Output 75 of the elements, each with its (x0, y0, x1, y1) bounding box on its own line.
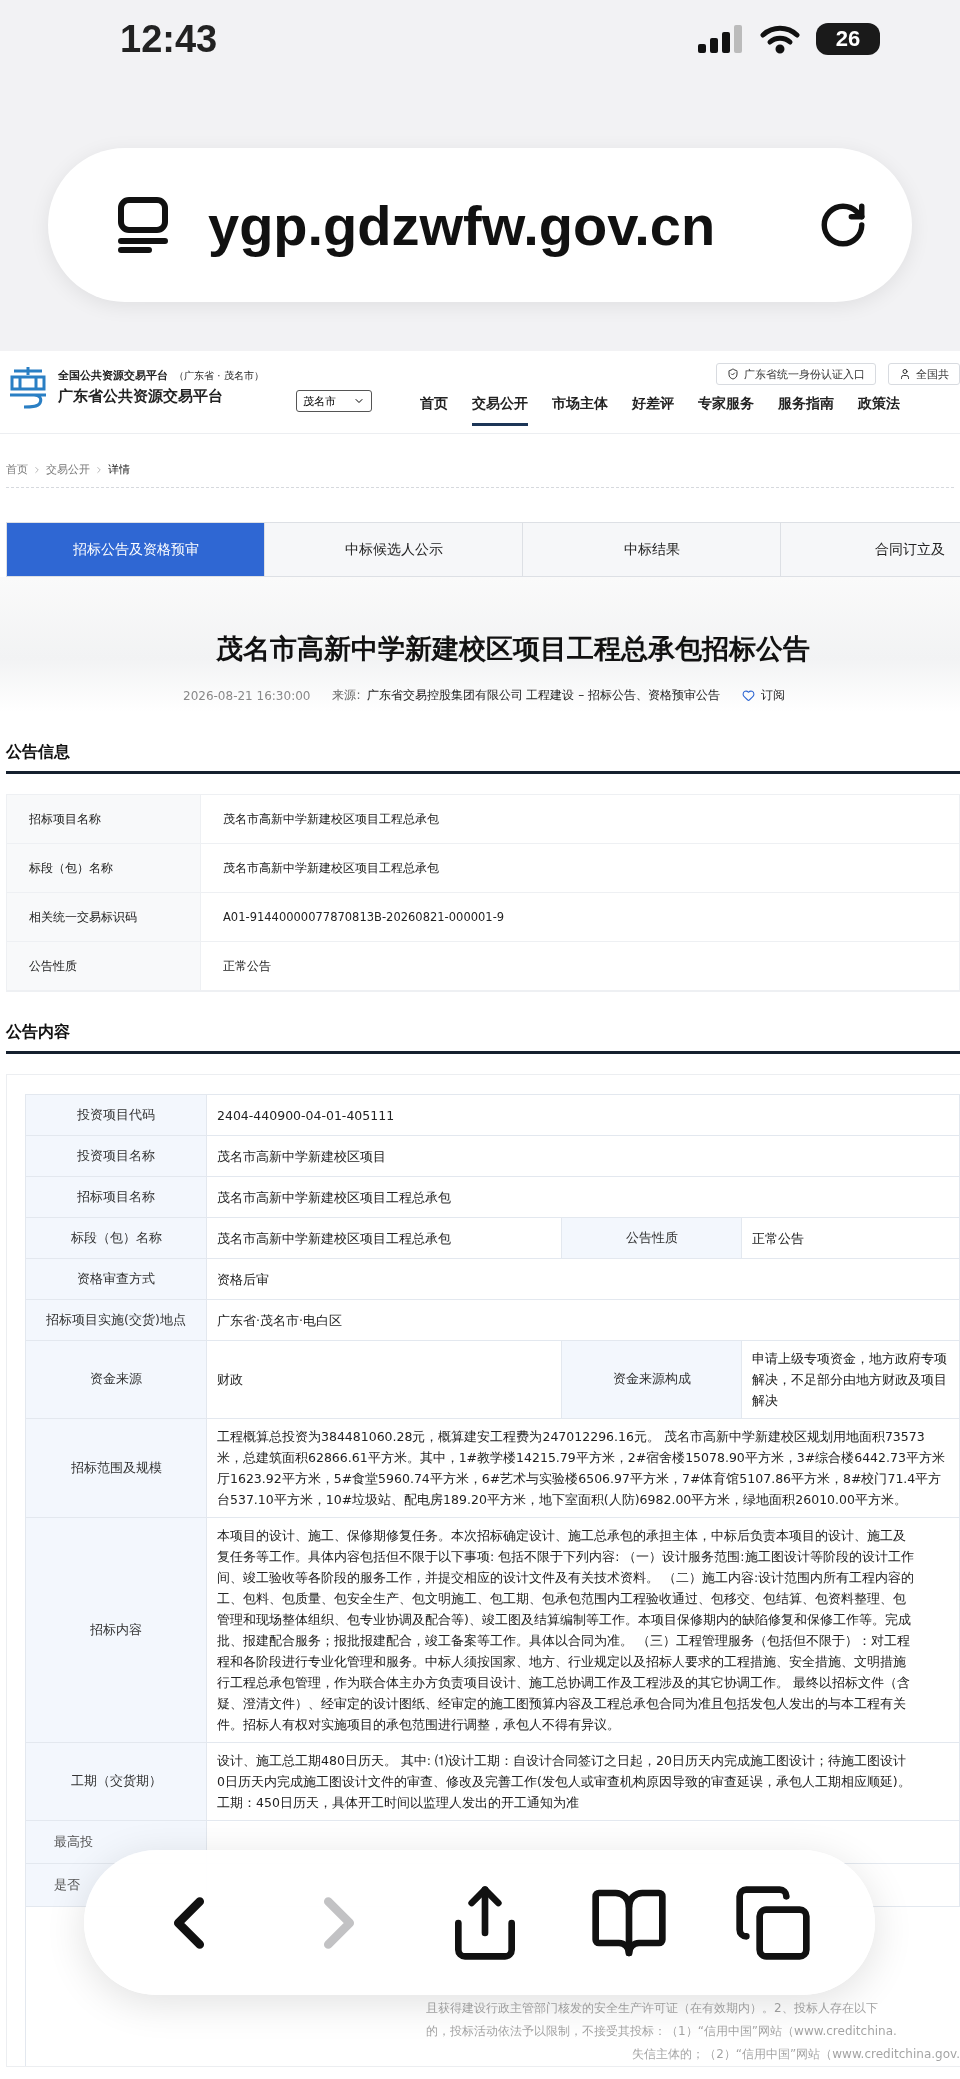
url-text: ygp.gdzwfw.gov.cn (208, 192, 717, 258)
field-value: 申请上级专项资金，地方政府专项 解决，不足部分由地方财政及项目 解决 (742, 1341, 960, 1419)
info-label: 相关统一交易标识码 (7, 893, 201, 942)
address-bar[interactable]: ygp.gdzwfw.gov.cn (48, 148, 912, 302)
field-label: 最高投 (54, 1833, 93, 1851)
info-value: 茂名市高新中学新建校区项目工程总承包 (201, 795, 959, 844)
nav-item[interactable]: 政策法 (858, 395, 900, 426)
battery-level: 26 (816, 23, 880, 55)
tab[interactable]: 中标候选人公示 (265, 523, 523, 576)
chevron-icon (32, 464, 42, 475)
section-heading: 公告信息 (6, 742, 960, 774)
field-value: 设计、施工总工期480日历天。 其中: ⑴设计工期：自设计合同签订之日起，20日历天内完成施工图设计；待施工图设计 0日历天内完成施工图设计文件的审查、修改及完善工作(发包人或审查机构原因导致的审查延误，承包人工期相应顺延)。 工期：450日历天，具体开工时间以监理人发出的开工通知为准 (207, 1743, 960, 1821)
field-label: 招标项目名称 (26, 1177, 207, 1218)
site-name: 广东省公共资源交易平台 (58, 387, 224, 406)
info-value: 茂名市高新中学新建校区项目工程总承包 (201, 844, 959, 893)
field-value: 正常公告 (742, 1218, 960, 1259)
reader-icon (118, 197, 168, 253)
user-icon (899, 368, 911, 380)
tab[interactable]: 招标公告及资格预审 (7, 523, 265, 576)
tab[interactable]: 中标结果 (523, 523, 781, 576)
region-note: （广东省 · 茂名市） (174, 368, 264, 383)
field-label: 招标范围及规模 (26, 1419, 207, 1518)
info-label: 招标项目名称 (7, 795, 201, 844)
faded-text-line: 的，投标活动依法予以限制，不接受其投标：（1）“信用中国”网站（www.creditchina. (426, 2023, 898, 2040)
faded-text-line: 且获得建设行政主管部门核发的安全生产许可证（在有效期内）。2、投标人存在以下 (426, 2000, 879, 2017)
subscribe-link[interactable]: 订阅 (741, 687, 785, 704)
nav-item[interactable]: 好差评 (632, 395, 674, 426)
publish-date: 2026-08-21 16:30:00 (183, 688, 311, 703)
field-label: 资格审查方式 (26, 1259, 207, 1300)
field-label: 投资项目名称 (26, 1136, 207, 1177)
header-link-text: 广东省统一身份认证入口 (744, 366, 865, 382)
info-value: 正常公告 (201, 942, 959, 991)
field-value: 本项目的设计、施工、保修期修复任务。本次招标确定设计、施工总承包的承担主体，中标后负责本项目的设计、施工及 复任务等工作。具体内容包括但不限于以下事项: 包括不限于下列内容: （一）设计服务范围:施工图设计等阶段的设计工作 间、竣工验收等各阶段的服务工作，并提交相应的设计文件及有关技术资料。 （二）施工内容:设计范围内所有工程内容的 工、包料、包质量、包安全生产、包文明施工、包工期、包承包范围内工程验收通过、包移交、包结算、包资料整理、包 管理和现场整体组织、包专业协调及配合等)、竣工图及结算编制等工作。本项目保修期内的缺陷修复和保修工作等。完成 批、报建配合服务；报批报建配合，竣工备案等工作。具体以合同为准。 （三）工程管理服务（包括但不限于）：对工程 程和各阶段进行专业化管理和服务。中标人须按国家、地方、行业规定以及招标人要求的工程措施、安全措施、文明措施 行工程总承包管理，作为联合体主办方负责项目设计、施工总协调工作及工程涉及的其它协调工作。 最终以招标文件（含 疑、澄清文件）、经审定的设计图纸、经审定的施工图预算内容及工程总承包合同为准且包括发包人发出的与本工程有关 件。招标人有权对实施项目的承包范围进行调整，承包人不得有异议。 (207, 1518, 960, 1743)
notice-title: 茂名市高新中学新建校区项目工程总承包招标公告 (216, 632, 811, 666)
wifi-icon (760, 24, 800, 54)
platform-name: 全国公共资源交易平台 (58, 368, 168, 383)
breadcrumb-link[interactable]: 首页 (6, 462, 28, 477)
field-label: 资金来源构成 (562, 1341, 742, 1419)
field-label: 招标内容 (26, 1518, 207, 1743)
field-label: 标段（包）名称 (26, 1218, 207, 1259)
faded-text-line: 失信主体的；（2）“信用中国”网站（www.creditchina.gov. (631, 2046, 960, 2063)
field-value: 茂名市高新中学新建校区项目工程总承包 (207, 1218, 562, 1259)
header-link-text: 全国共 (916, 366, 949, 382)
info-label: 公告性质 (7, 942, 201, 991)
signal-icon (698, 25, 744, 53)
chevron-icon (94, 464, 104, 475)
section-heading: 公告内容 (6, 1022, 960, 1054)
nav-item[interactable]: 交易公开 (472, 395, 528, 426)
field-label: 公告性质 (562, 1218, 742, 1259)
shield-icon (727, 368, 739, 380)
field-value: 工程概算总投资为384481060.28元，概算建安工程费为247012296.16元。 茂名市高新中学新建校区规划用地面积73573 米，总建筑面积62866.61平方米。其中，1#教学楼14215.79平方米，2#宿舍楼15078.90平方米，3#综合楼6442.73平方米 厅1623.92平方米，5#食堂5960.74平方米，6#艺术与实验楼6506.97平方米，7#体育馆5107.86平方米，8#校门71.4平方 台537.10平方米，10#垃圾站、配电房189.20平方米，地下室面积(人防)6982.00平方米，绿地面积26010.00平方米。 (207, 1419, 960, 1518)
field-value: 2404-440900-04-01-405111 (207, 1095, 960, 1136)
field-value: 资格后审 (207, 1259, 960, 1300)
nav-item[interactable]: 专家服务 (698, 395, 754, 426)
field-label: 投资项目代码 (26, 1095, 207, 1136)
nav-item[interactable]: 首页 (420, 395, 448, 426)
info-value: A01-91440000077870813B-20260821-000001-9 (201, 893, 959, 942)
header-link[interactable]: 广东省统一身份认证入口 (716, 363, 876, 385)
tab[interactable]: 合同订立及 (781, 523, 960, 576)
nav-item[interactable]: 市场主体 (552, 395, 608, 426)
field-value: 茂名市高新中学新建校区项目 (207, 1136, 960, 1177)
header-link[interactable]: 全国共 (888, 363, 960, 385)
nav-item[interactable]: 服务指南 (778, 395, 834, 426)
field-label: 资金来源 (26, 1341, 207, 1419)
field-label: 是否 (54, 1876, 80, 1894)
source-label: 来源: (332, 687, 361, 704)
field-label: 工期（交货期） (26, 1743, 207, 1821)
breadcrumb-link[interactable]: 交易公开 (46, 462, 90, 477)
breadcrumb-current[interactable]: 详情 (108, 462, 130, 477)
heart-icon (741, 689, 755, 702)
status-time: 12:43 (120, 17, 219, 61)
info-label: 标段（包）名称 (7, 844, 201, 893)
field-label: 招标项目实施(交货)地点 (26, 1300, 207, 1341)
source-text: 广东省交易控股集团有限公司 工程建设 – 招标公告、资格预审公告 (366, 687, 720, 704)
city-select[interactable]: 茂名市 (296, 390, 372, 412)
